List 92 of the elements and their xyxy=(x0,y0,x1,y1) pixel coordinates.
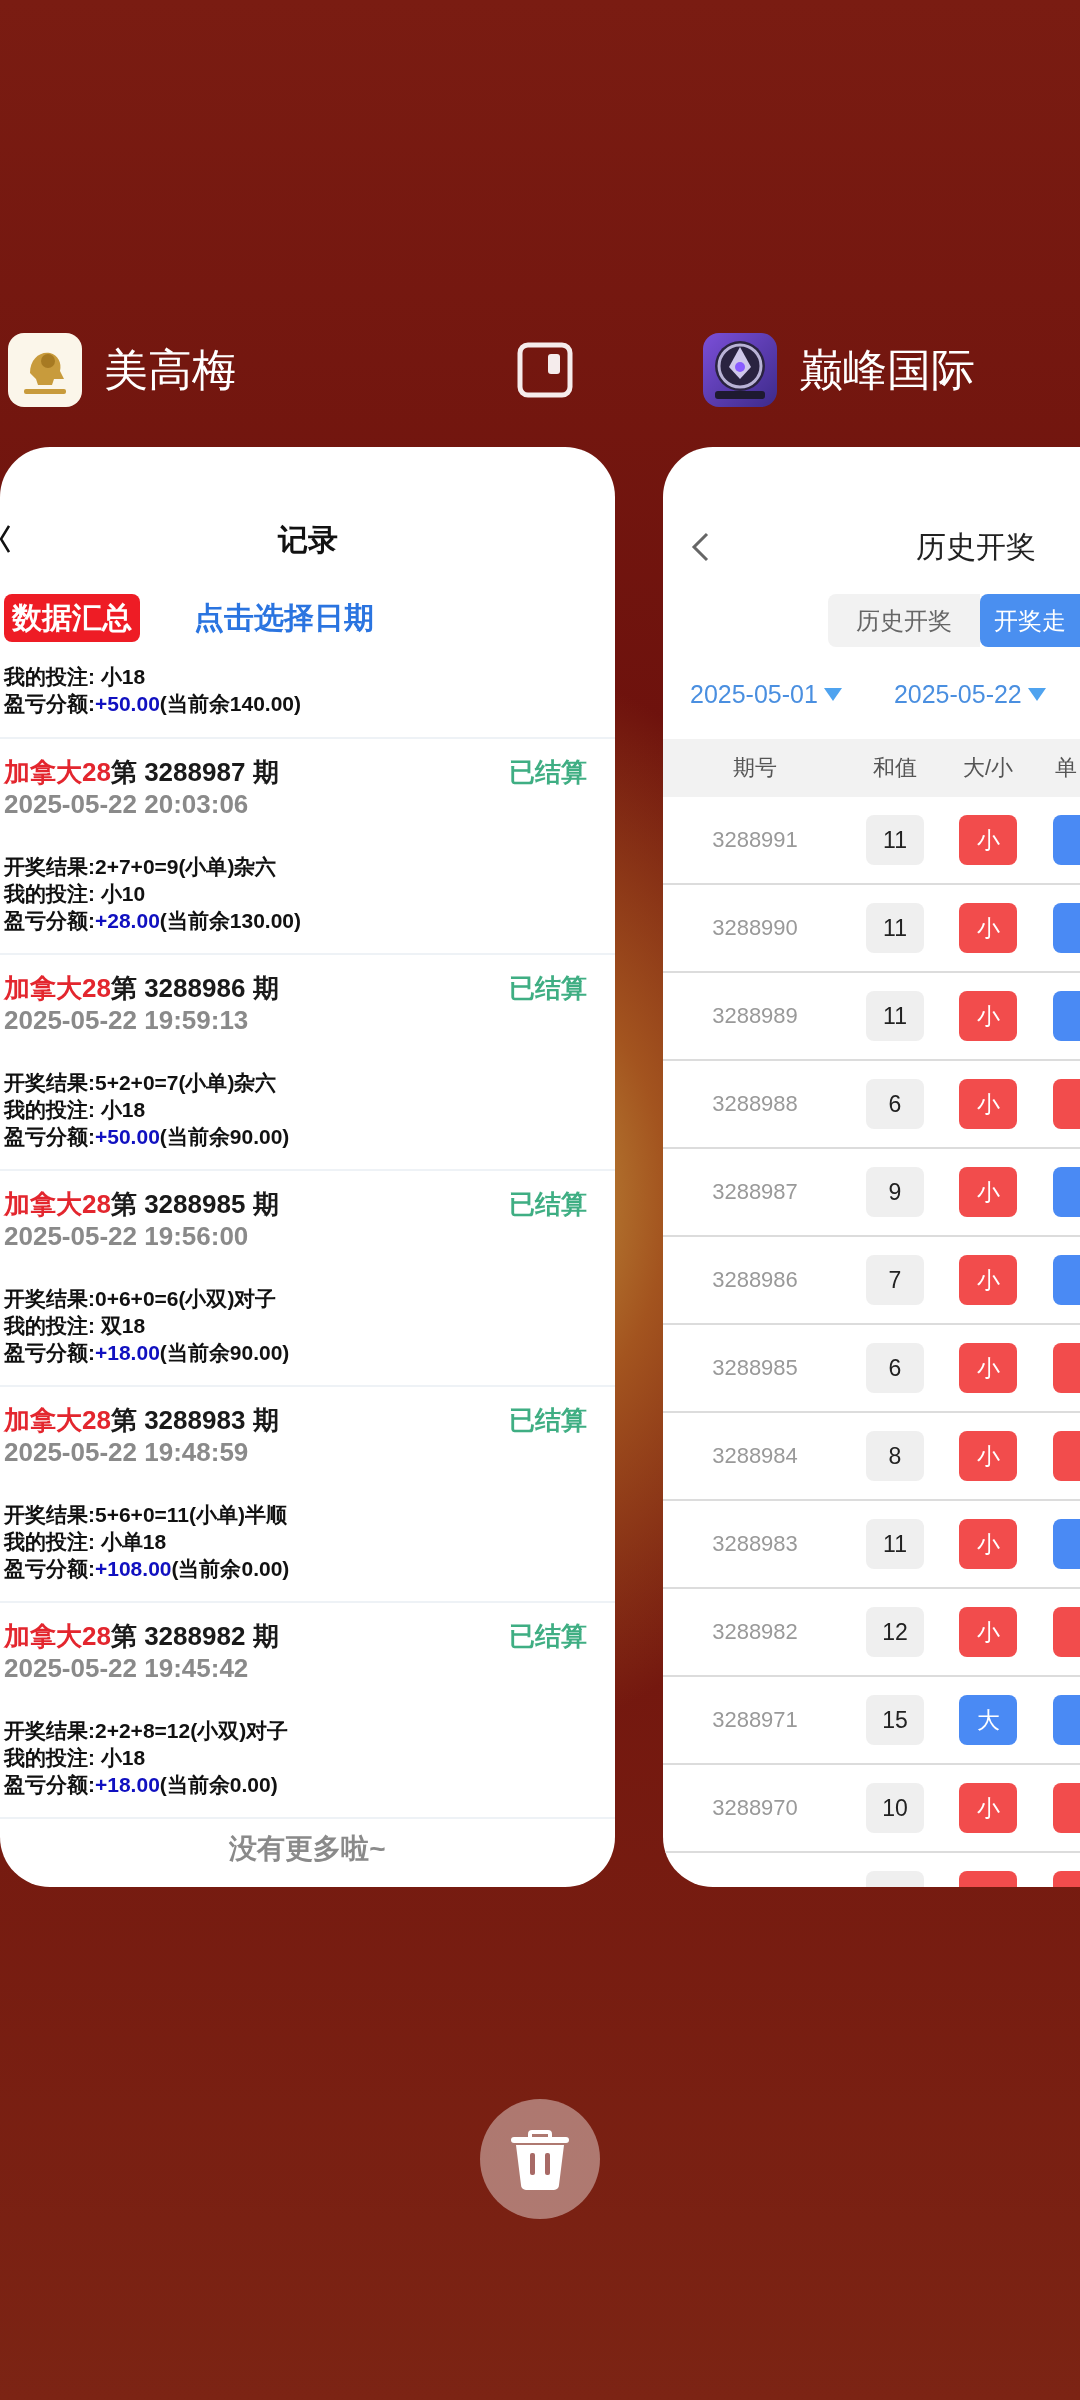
record-title: 加拿大28第 3288987 期 xyxy=(4,756,279,788)
sum-chip: 7 xyxy=(866,1255,924,1305)
issue-number: 3288984 xyxy=(712,1443,798,1469)
sum-chip: 10 xyxy=(866,1783,924,1833)
page-title: 记录 xyxy=(277,522,338,558)
status-label: 已结算 xyxy=(509,972,587,1004)
trash-icon xyxy=(511,2128,569,2190)
record-title: 加拿大28第 3288986 期 xyxy=(4,972,279,1004)
column-header: 和值 xyxy=(873,754,917,782)
sum-chip: 12 xyxy=(866,1607,924,1657)
app-icon[interactable] xyxy=(703,333,777,407)
issue-number: 3288989 xyxy=(712,1003,798,1029)
app-name: 巅峰国际 xyxy=(799,343,976,396)
record-time: 2025-05-22 19:56:00 xyxy=(4,1220,250,1252)
back-icon[interactable] xyxy=(0,525,10,553)
size-chip: 小 xyxy=(959,1167,1017,1217)
profit-text: 盈亏分额:+108.00(当前余0.00) xyxy=(4,1556,291,1582)
issue-number: 3288982 xyxy=(712,1619,798,1645)
size-chip: 小 xyxy=(959,1343,1017,1393)
status-label: 已结算 xyxy=(509,756,587,788)
size-chip: 小 xyxy=(959,1607,1017,1657)
draw-result: 开奖结果:0+6+0=6(小双)对子 xyxy=(4,1286,278,1312)
column-header: 大/小 xyxy=(962,754,1014,782)
record-title: 加拿大28第 3288982 期 xyxy=(4,1620,279,1652)
record-title: 加拿大28第 3288983 期 xyxy=(4,1404,279,1436)
sum-chip: 15 xyxy=(866,1695,924,1745)
bet-text: 我的投注: 小18 xyxy=(4,664,147,690)
sum-chip: 11 xyxy=(866,991,924,1041)
app-card[interactable]: 历史开奖 历史开奖 开奖走 2025-05-01 2025-05-22 期号 和值 大/小 单 3288991 11 小 3288990 11 小 3288989 11 小 3288988 6 小 3288987 9 小 3288986 7 小 3288985 6 小 3288984 8 小 3288983 11 小 3288982 12 小 3288971 15 大 3288970 10 小 xyxy=(663,447,1080,1887)
status-label: 已结算 xyxy=(509,1404,587,1436)
status-label: 已结算 xyxy=(509,1620,587,1652)
bet-text: 我的投注: 小单18 xyxy=(4,1529,168,1555)
issue-number: 3288988 xyxy=(712,1091,798,1117)
issue-number: 3288987 xyxy=(712,1179,798,1205)
record-time: 2025-05-22 19:59:13 xyxy=(4,1004,250,1036)
summary-button[interactable]: 数据汇总 xyxy=(4,594,140,642)
date-picker-link[interactable]: 点击选择日期 xyxy=(194,597,374,639)
column-header: 期号 xyxy=(733,754,777,782)
size-chip: 小 xyxy=(959,991,1017,1041)
issue-number: 3288983 xyxy=(712,1531,798,1557)
draw-result: 开奖结果:2+7+0=9(小单)杂六 xyxy=(4,854,278,880)
app-card[interactable] xyxy=(0,447,615,1887)
end-of-list-text: 没有更多啦~ xyxy=(228,1832,387,1866)
profit-text: 盈亏分额:+50.00(当前余140.00) xyxy=(4,691,303,717)
size-chip: 小 xyxy=(959,903,1017,953)
issue-number: 3288985 xyxy=(712,1355,798,1381)
caret-icon xyxy=(823,687,842,701)
profit-text: 盈亏分额:+18.00(当前余90.00) xyxy=(4,1340,291,1366)
draw-result: 开奖结果:5+2+0=7(小单)杂六 xyxy=(4,1070,278,1096)
bet-text: 我的投注: 双18 xyxy=(4,1313,147,1339)
bet-text: 我的投注: 小10 xyxy=(4,881,147,907)
draw-result: 开奖结果:2+2+8=12(小双)对子 xyxy=(4,1718,290,1744)
column-header: 单 xyxy=(1055,754,1077,782)
issue-number: 3288986 xyxy=(712,1267,798,1293)
status-label: 已结算 xyxy=(509,1188,587,1220)
record-time: 2025-05-22 20:03:06 xyxy=(4,788,250,820)
sum-chip: 6 xyxy=(866,1343,924,1393)
sum-chip: 11 xyxy=(866,1519,924,1569)
caret-icon xyxy=(1027,687,1046,701)
size-chip: 大 xyxy=(959,1695,1017,1745)
issue-number: 3288991 xyxy=(712,827,798,853)
size-chip: 小 xyxy=(959,1431,1017,1481)
profit-text: 盈亏分额:+50.00(当前余90.00) xyxy=(4,1124,291,1150)
issue-number: 3288971 xyxy=(712,1707,798,1733)
sum-chip: 8 xyxy=(866,1431,924,1481)
size-chip: 小 xyxy=(959,1519,1017,1569)
bet-text: 我的投注: 小18 xyxy=(4,1745,147,1771)
size-chip: 小 xyxy=(959,1255,1017,1305)
profit-text: 盈亏分额:+28.00(当前余130.00) xyxy=(4,908,303,934)
bet-text: 我的投注: 小18 xyxy=(4,1097,147,1123)
sum-chip: 9 xyxy=(866,1167,924,1217)
page-title: 历史开奖 xyxy=(916,529,1036,565)
size-chip: 小 xyxy=(959,1783,1017,1833)
split-screen-icon[interactable] xyxy=(517,342,573,398)
sum-chip: 11 xyxy=(866,903,924,953)
size-chip: 小 xyxy=(959,1079,1017,1129)
segment-tab[interactable]: 历史开奖 xyxy=(828,594,980,647)
record-time: 2025-05-22 19:45:42 xyxy=(4,1652,250,1684)
draw-result: 开奖结果:5+6+0=11(小单)半顺 xyxy=(4,1502,288,1528)
issue-number: 3288990 xyxy=(712,915,798,941)
record-title: 加拿大28第 3288985 期 xyxy=(4,1188,279,1220)
size-chip: 小 xyxy=(959,815,1017,865)
sum-chip: 6 xyxy=(866,1079,924,1129)
segment-tab[interactable]: 开奖走 xyxy=(980,594,1080,647)
issue-number: 3288970 xyxy=(712,1795,798,1821)
app-name: 美高梅 xyxy=(104,343,237,396)
sum-chip: 11 xyxy=(866,815,924,865)
date-filter[interactable]: 2025-05-22 xyxy=(893,679,1046,709)
date-filter[interactable]: 2025-05-01 xyxy=(690,679,842,709)
profit-text: 盈亏分额:+18.00(当前余0.00) xyxy=(4,1772,279,1798)
record-time: 2025-05-22 19:48:59 xyxy=(4,1436,250,1468)
app-icon[interactable] xyxy=(8,333,82,407)
